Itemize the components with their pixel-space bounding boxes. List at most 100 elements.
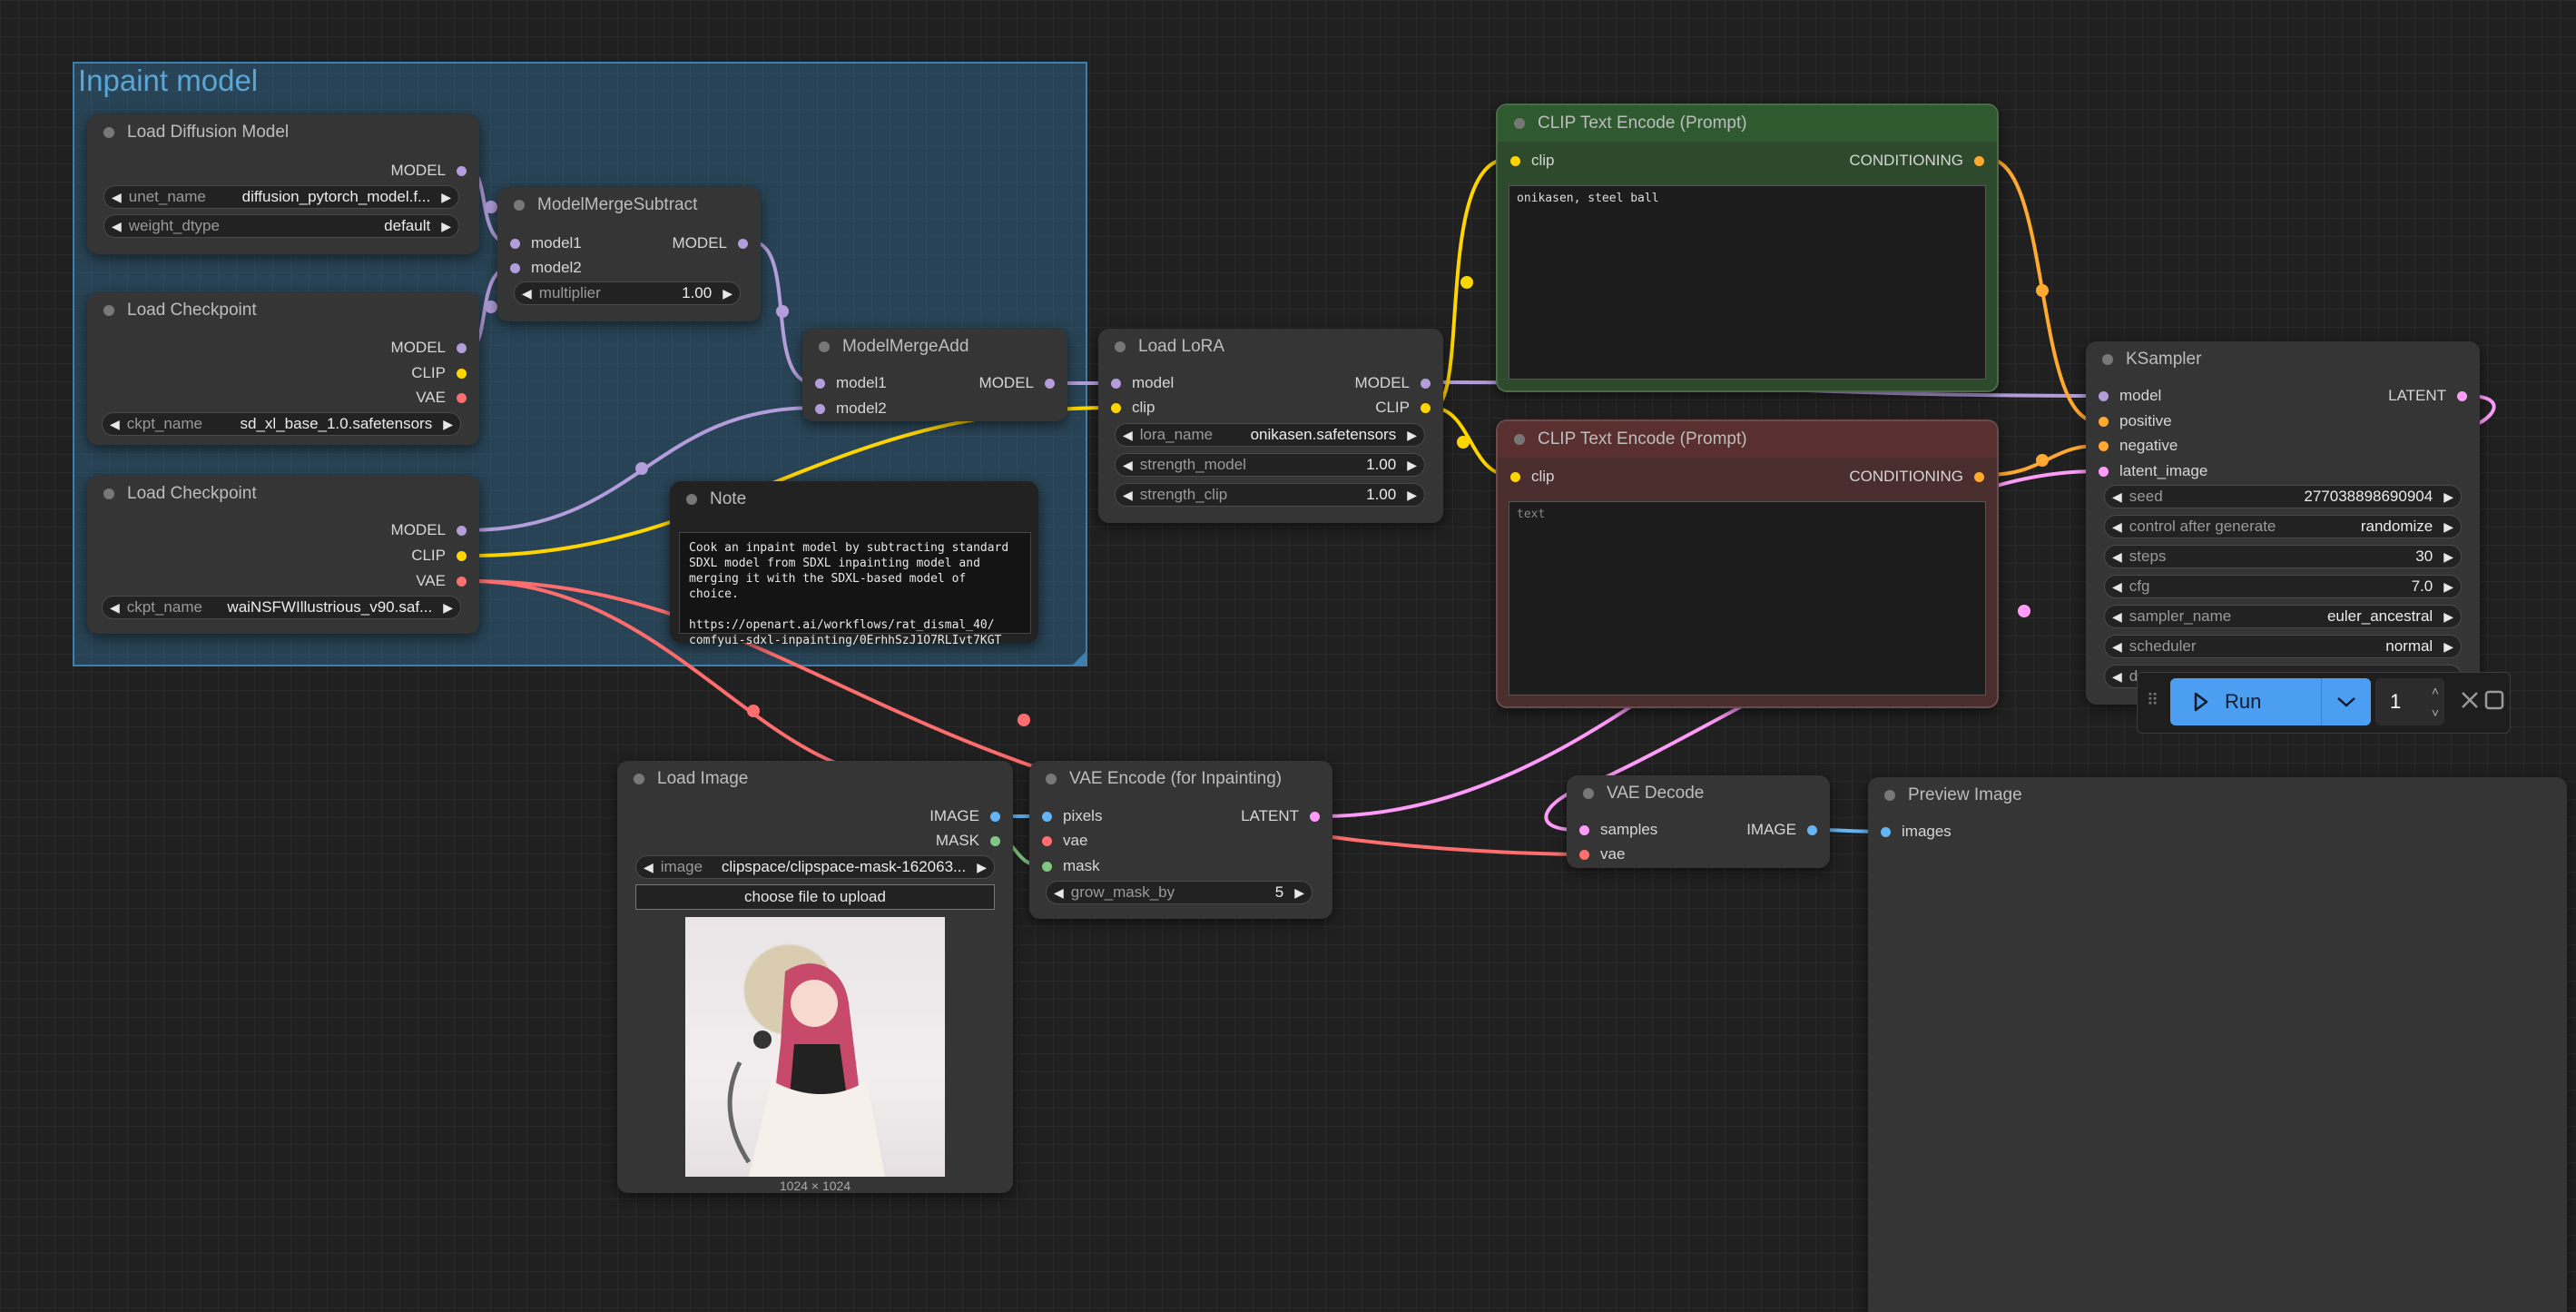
widget-multiplier[interactable]: ◀ multiplier 1.00 ▶ — [514, 281, 741, 305]
slot-dot-icon[interactable] — [1042, 861, 1052, 872]
node-load-diffusion-model[interactable]: Load Diffusion Model MODEL ◀ unet_name dif… — [87, 114, 479, 254]
widget-strength-clip[interactable]: ◀ strength_clip 1.00 ▶ — [1115, 483, 1425, 507]
input-model1[interactable]: model1 — [510, 232, 582, 254]
collapse-dot-icon[interactable] — [103, 488, 114, 499]
widget-weight-dtype[interactable]: ◀ weight_dtype default ▶ — [103, 214, 459, 238]
slot-dot-icon[interactable] — [1042, 811, 1052, 822]
output-model[interactable]: MODEL — [1355, 372, 1431, 394]
chevron-down-icon[interactable]: ˅ — [2432, 702, 2439, 724]
input-clip[interactable]: clip — [1510, 466, 1555, 488]
arrow-right-icon[interactable]: ▶ — [2443, 489, 2453, 505]
output-conditioning[interactable]: CONDITIONING — [1849, 466, 1984, 488]
input-samples[interactable]: samples — [1579, 819, 1657, 841]
output-image[interactable]: IMAGE — [929, 805, 1000, 827]
slot-dot-icon[interactable] — [2457, 390, 2467, 401]
arrow-left-icon[interactable]: ◀ — [644, 860, 654, 875]
input-clip[interactable]: clip — [1510, 150, 1555, 172]
slot-dot-icon[interactable] — [815, 403, 825, 414]
slot-dot-icon[interactable] — [738, 238, 748, 249]
slot-dot-icon[interactable] — [1579, 824, 1589, 835]
slot-dot-icon[interactable] — [457, 342, 467, 353]
widget-seed[interactable]: ◀ seed 277038898690904 ▶ — [2104, 485, 2462, 508]
collapse-dot-icon[interactable] — [634, 774, 644, 784]
widget-ckpt-name[interactable]: ◀ ckpt_name waiNSFWIllustrious_v90.saf... ▶ — [102, 596, 461, 619]
node-clip-text-encode-positive[interactable]: CLIP Text Encode (Prompt) clip CONDITION… — [1496, 104, 1999, 392]
collapse-dot-icon[interactable] — [1046, 774, 1057, 784]
output-latent[interactable]: LATENT — [1241, 805, 1320, 827]
slot-dot-icon[interactable] — [815, 378, 825, 389]
slot-dot-icon[interactable] — [1111, 378, 1121, 389]
arrow-right-icon[interactable]: ▶ — [2443, 579, 2453, 595]
input-pixels[interactable]: pixels — [1042, 805, 1102, 827]
output-clip[interactable]: CLIP — [1375, 397, 1431, 419]
arrow-left-icon[interactable]: ◀ — [1054, 885, 1064, 901]
arrow-right-icon[interactable]: ▶ — [2443, 609, 2453, 625]
collapse-dot-icon[interactable] — [1514, 434, 1525, 445]
node-model-merge-add[interactable]: ModelMergeAdd model1 model2 MODEL — [802, 329, 1067, 421]
node-vae-encode-inpainting[interactable]: VAE Encode (for Inpainting) pixels vae m… — [1029, 761, 1332, 919]
slot-dot-icon[interactable] — [2099, 466, 2109, 477]
output-model[interactable]: MODEL — [391, 337, 467, 359]
node-load-checkpoint-2[interactable]: Load Checkpoint MODEL CLIP VAE ◀ ckpt_nam… — [87, 476, 479, 634]
widget-grow-mask-by[interactable]: ◀ grow_mask_by 5 ▶ — [1046, 881, 1313, 904]
arrow-right-icon[interactable]: ▶ — [2443, 549, 2453, 565]
arrow-left-icon[interactable]: ◀ — [112, 190, 122, 205]
arrow-left-icon[interactable]: ◀ — [1123, 458, 1133, 473]
arrow-left-icon[interactable]: ◀ — [2112, 489, 2122, 505]
arrow-left-icon[interactable]: ◀ — [1123, 488, 1133, 503]
slot-dot-icon[interactable] — [457, 165, 467, 176]
slot-dot-icon[interactable] — [2099, 390, 2109, 401]
prompt-textarea[interactable]: text — [1509, 501, 1986, 695]
input-negative[interactable]: negative — [2099, 435, 2178, 457]
slot-dot-icon[interactable] — [1421, 378, 1431, 389]
collapse-dot-icon[interactable] — [514, 200, 525, 211]
arrow-left-icon[interactable]: ◀ — [2112, 579, 2122, 595]
output-latent[interactable]: LATENT — [2388, 385, 2467, 407]
arrow-left-icon[interactable]: ◀ — [2112, 609, 2122, 625]
chevron-up-icon[interactable]: ˄ — [2432, 680, 2439, 702]
slot-dot-icon[interactable] — [1045, 378, 1055, 389]
widget-strength-model[interactable]: ◀ strength_model 1.00 ▶ — [1115, 453, 1425, 477]
arrow-right-icon[interactable]: ▶ — [2443, 519, 2453, 535]
arrow-left-icon[interactable]: ◀ — [2112, 669, 2122, 685]
widget-sampler-name[interactable]: ◀ sampler_name euler_ancestral ▶ — [2104, 605, 2462, 628]
node-ksampler[interactable]: KSampler model positive negative latent_… — [2086, 341, 2480, 705]
queue-toolbar[interactable]: ⠿ Run 1 ˄ ˅ — [2137, 672, 2511, 734]
arrow-left-icon[interactable]: ◀ — [522, 286, 532, 301]
node-model-merge-subtract[interactable]: ModelMergeSubtract model1 model2 MODEL ◀… — [497, 187, 761, 321]
arrow-right-icon[interactable]: ▶ — [443, 600, 453, 616]
collapse-dot-icon[interactable] — [2102, 354, 2113, 365]
arrow-right-icon[interactable]: ▶ — [1294, 885, 1304, 901]
slot-dot-icon[interactable] — [510, 238, 520, 249]
collapse-dot-icon[interactable] — [819, 341, 830, 352]
arrow-right-icon[interactable]: ▶ — [1407, 458, 1417, 473]
arrow-right-icon[interactable]: ▶ — [2443, 639, 2453, 655]
output-mask[interactable]: MASK — [936, 830, 1000, 852]
slot-dot-icon[interactable] — [1510, 471, 1520, 482]
collapse-dot-icon[interactable] — [1115, 341, 1126, 352]
output-model[interactable]: MODEL — [673, 232, 748, 254]
node-load-lora[interactable]: Load LoRA model clip MODEL CLIP ◀ lora_na… — [1098, 329, 1443, 523]
slot-dot-icon[interactable] — [1579, 849, 1589, 860]
run-button[interactable]: Run — [2170, 678, 2321, 725]
node-vae-decode[interactable]: VAE Decode samples vae IMAGE — [1567, 775, 1830, 868]
arrow-right-icon[interactable]: ▶ — [1407, 428, 1417, 443]
arrow-left-icon[interactable]: ◀ — [110, 600, 120, 616]
slot-dot-icon[interactable] — [990, 835, 1000, 846]
output-model[interactable]: MODEL — [391, 160, 467, 182]
close-icon[interactable] — [2457, 687, 2483, 717]
input-model2[interactable]: model2 — [815, 398, 887, 419]
arrow-right-icon[interactable]: ▶ — [977, 860, 987, 875]
slot-dot-icon[interactable] — [1974, 155, 1984, 166]
node-clip-text-encode-negative[interactable]: CLIP Text Encode (Prompt) clip CONDITION… — [1496, 419, 1999, 708]
slot-dot-icon[interactable] — [1881, 826, 1891, 837]
widget-ckpt-name[interactable]: ◀ ckpt_name sd_xl_base_1.0.safetensors ▶ — [102, 412, 461, 436]
arrow-right-icon[interactable]: ▶ — [1407, 488, 1417, 503]
note-textarea[interactable]: Cook an inpaint model by subtracting sta… — [679, 532, 1031, 647]
slot-dot-icon[interactable] — [510, 262, 520, 273]
queue-count-stepper[interactable]: 1 ˄ ˅ — [2375, 678, 2444, 725]
slot-dot-icon[interactable] — [1111, 402, 1121, 413]
upload-button[interactable]: choose file to upload — [635, 884, 995, 910]
collapse-dot-icon[interactable] — [103, 305, 114, 316]
widget-cfg[interactable]: ◀ cfg 7.0 ▶ — [2104, 575, 2462, 598]
